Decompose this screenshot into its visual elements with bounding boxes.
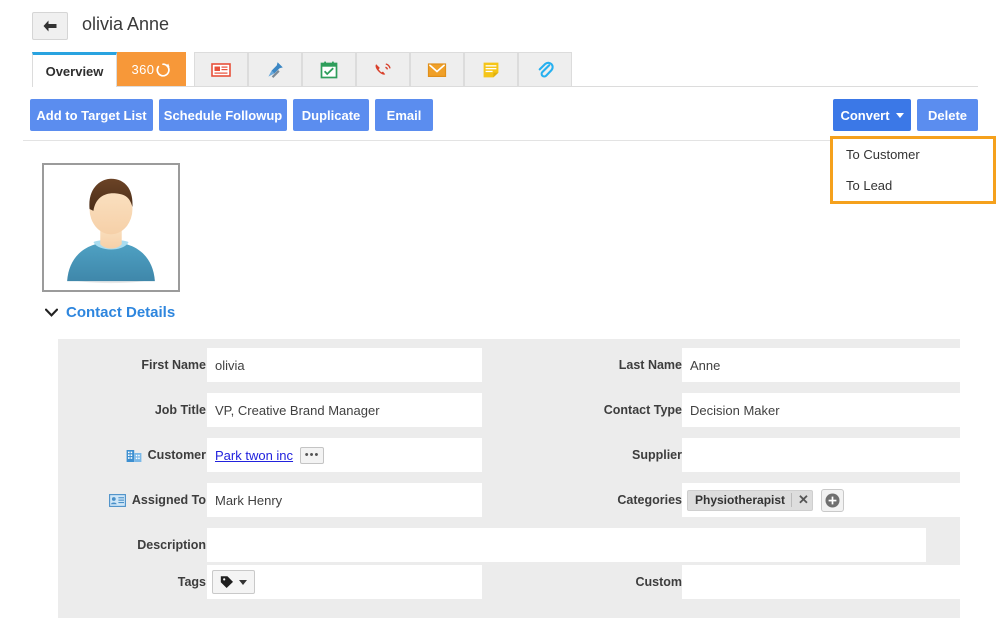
tab-strip: Overview 360 <box>32 52 978 87</box>
delete-button[interactable]: Delete <box>917 99 978 131</box>
tab-emails[interactable] <box>410 52 464 86</box>
first-name-input[interactable]: olivia <box>207 348 482 382</box>
first-name-label: First Name <box>141 358 206 372</box>
tags-label: Tags <box>177 575 206 589</box>
chevron-down-icon <box>895 112 904 118</box>
news-list-icon <box>211 62 231 78</box>
field-customer: Customer Park twon inc ••• <box>58 438 482 472</box>
first-name-value: olivia <box>215 357 245 373</box>
contact-type-value: Decision Maker <box>690 402 780 418</box>
description-label: Description <box>137 538 206 552</box>
phone-call-icon <box>373 61 393 79</box>
assigned-to-label: Assigned To <box>46 483 206 517</box>
categories-label: Categories <box>617 493 682 507</box>
convert-menu-item-to-customer[interactable]: To Customer <box>833 139 993 170</box>
duplicate-button[interactable]: Duplicate <box>293 99 369 131</box>
job-title-value: VP, Creative Brand Manager <box>215 402 380 418</box>
category-chip-label: Physiotherapist <box>695 493 786 507</box>
tags-input[interactable] <box>207 565 482 599</box>
email-button[interactable]: Email <box>375 99 433 131</box>
contact-type-label: Contact Type <box>603 403 682 417</box>
customer-link[interactable]: Park twon inc <box>215 448 293 463</box>
convert-menu-item-to-lead[interactable]: To Lead <box>833 170 993 201</box>
field-description: Description <box>58 528 960 562</box>
chevron-down-icon <box>239 579 247 585</box>
tab-notes[interactable] <box>464 52 518 86</box>
tab-360[interactable]: 360 <box>117 52 186 86</box>
action-toolbar: Add to Target List Schedule Followup Dup… <box>0 99 999 139</box>
customer-more-button[interactable]: ••• <box>300 446 325 464</box>
last-name-input[interactable]: Anne <box>682 348 960 382</box>
custom-input[interactable] <box>682 565 960 599</box>
assigned-to-label-text: Assigned To <box>131 493 206 507</box>
plus-icon <box>825 493 840 507</box>
tab-360-label: 360 <box>131 62 155 77</box>
field-contact-type: Contact Type Decision Maker <box>500 393 960 427</box>
category-chip: Physiotherapist ✕ <box>687 489 813 511</box>
360-refresh-icon <box>155 62 171 78</box>
assigned-to-value: Mark Henry <box>215 492 283 508</box>
tags-dropdown-button[interactable] <box>212 570 255 594</box>
calendar-check-icon <box>320 61 338 79</box>
last-name-value: Anne <box>690 357 721 373</box>
field-assigned-to: Assigned To Mark Henry <box>58 483 482 517</box>
contact-details-form: First Name olivia Last Name Anne Job Tit… <box>58 339 960 618</box>
paperclip-icon <box>536 60 554 80</box>
tab-overview[interactable]: Overview <box>32 52 117 87</box>
chevron-down-icon <box>44 306 58 320</box>
back-arrow-icon <box>43 20 57 32</box>
job-title-input[interactable]: VP, Creative Brand Manager <box>207 393 482 427</box>
description-input[interactable] <box>207 528 926 562</box>
job-title-label: Job Title <box>154 403 206 417</box>
field-custom: Custom <box>500 565 960 599</box>
tab-news[interactable] <box>194 52 248 86</box>
building-icon <box>126 448 142 463</box>
category-chip-remove-icon[interactable]: ✕ <box>791 493 809 507</box>
user-avatar-photo <box>47 168 175 287</box>
contact-type-input[interactable]: Decision Maker <box>682 393 960 427</box>
contact-details-section-header[interactable]: Contact Details <box>44 304 175 321</box>
convert-button[interactable]: Convert <box>833 99 911 131</box>
last-name-label: Last Name <box>618 358 682 372</box>
convert-button-label: Convert <box>840 107 890 123</box>
supplier-input[interactable] <box>682 438 960 472</box>
add-to-target-list-button[interactable]: Add to Target List <box>30 99 153 131</box>
field-tags: Tags <box>58 565 482 599</box>
page-header: olivia Anne <box>0 0 999 52</box>
tab-attachments[interactable] <box>518 52 572 86</box>
envelope-icon <box>427 62 447 78</box>
custom-label: Custom <box>635 575 682 589</box>
customer-input[interactable]: Park twon inc ••• <box>207 438 482 472</box>
categories-input[interactable]: Physiotherapist ✕ <box>682 483 960 517</box>
customer-label: Customer <box>56 438 206 472</box>
customer-label-text: Customer <box>147 448 206 462</box>
tab-overview-label: Overview <box>45 63 104 79</box>
supplier-label: Supplier <box>631 448 682 462</box>
assigned-to-input[interactable]: Mark Henry <box>207 483 482 517</box>
schedule-followup-button[interactable]: Schedule Followup <box>159 99 287 131</box>
avatar[interactable] <box>42 163 180 292</box>
field-last-name: Last Name Anne <box>500 348 960 382</box>
tab-calls[interactable] <box>356 52 410 86</box>
convert-dropdown-menu: To Customer To Lead <box>830 136 996 204</box>
contact-record-page: olivia Anne Overview 360 Add to Target L… <box>0 0 999 644</box>
add-category-button[interactable] <box>820 488 844 512</box>
contact-details-title: Contact Details <box>66 304 176 321</box>
pushpin-icon <box>265 60 285 80</box>
tab-pinned[interactable] <box>248 52 302 86</box>
note-icon <box>482 61 500 79</box>
back-button[interactable] <box>32 12 68 40</box>
tab-tasks[interactable] <box>302 52 356 86</box>
tag-icon <box>220 576 233 588</box>
page-title: olivia Anne <box>82 14 170 34</box>
field-first-name: First Name olivia <box>58 348 482 382</box>
contact-card-icon <box>108 493 126 507</box>
field-job-title: Job Title VP, Creative Brand Manager <box>58 393 482 427</box>
field-categories: Categories Physiotherapist ✕ <box>500 483 960 517</box>
field-supplier: Supplier <box>500 438 960 472</box>
